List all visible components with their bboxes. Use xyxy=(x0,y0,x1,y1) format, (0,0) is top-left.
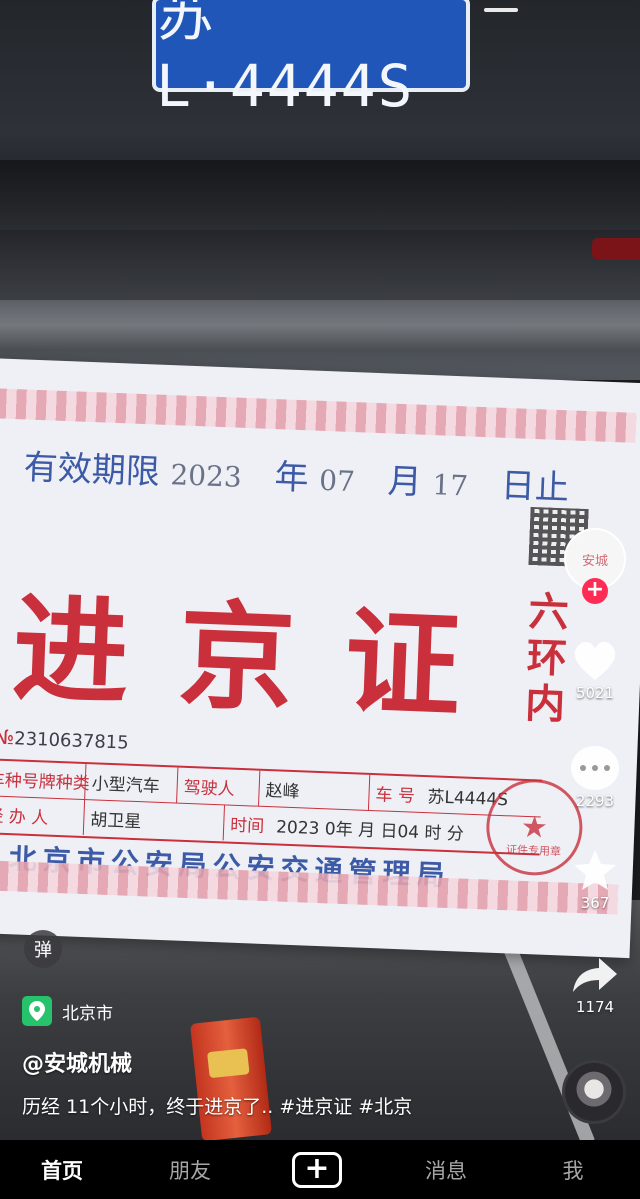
validity-label: 有效期限 xyxy=(23,447,161,493)
create-plus-icon: + xyxy=(292,1151,342,1188)
tab-create[interactable]: + xyxy=(290,1140,344,1199)
follow-button[interactable]: + xyxy=(582,578,608,604)
tab-home[interactable]: 首页 xyxy=(30,1140,94,1199)
comment-icon xyxy=(571,746,619,790)
serial-number: 2310637815 xyxy=(13,728,130,754)
author-name[interactable]: @安城机械 xyxy=(22,1046,132,1078)
time-label: 时间 xyxy=(229,815,265,837)
car-bumper-shadow xyxy=(0,160,640,230)
driver-value: 赵峰 xyxy=(259,770,371,810)
location-tag[interactable]: 北京市 xyxy=(22,994,113,1028)
permit-validity: 有效期限 2023 年 07 月 17 日止 xyxy=(23,439,570,509)
handler-label: 经 办 人 xyxy=(0,796,86,836)
location-pin-icon xyxy=(22,996,52,1026)
location-label: 北京市 xyxy=(62,1003,113,1024)
danmu-toggle[interactable]: 弹 xyxy=(24,930,62,968)
validity-year-unit: 年 xyxy=(273,457,310,499)
status-indicator xyxy=(484,8,518,12)
beijing-entry-permit: 有效期限 2023 年 07 月 17 日止 进京证 六环内 №23106378… xyxy=(0,358,640,959)
license-plate: 苏L·4444S xyxy=(152,0,470,120)
creator-avatar-text: 安城 xyxy=(581,553,608,569)
favorite-count: 367 xyxy=(580,894,610,912)
video-frame[interactable]: 苏L·4444S 有效期限 2023 年 07 月 17 日止 进京证 六环内 … xyxy=(0,0,640,1140)
validity-month: 07 xyxy=(318,463,356,499)
validity-day-unit: 日止 xyxy=(500,465,570,509)
car-tail-light xyxy=(592,238,640,260)
star-icon xyxy=(574,850,616,890)
validity-month-unit: 月 xyxy=(386,461,423,503)
validity-year: 2023 xyxy=(169,458,243,494)
car-bumper-edge xyxy=(0,300,640,350)
permit-title: 进京证 xyxy=(10,581,514,737)
validity-day: 17 xyxy=(431,468,469,503)
driver-label: 驾驶人 xyxy=(177,767,261,806)
comment-button[interactable]: 2293 xyxy=(560,746,630,810)
handler-value: 胡卫星 xyxy=(83,800,225,841)
share-count: 1174 xyxy=(575,998,615,1016)
serial-prefix: № xyxy=(0,724,15,750)
comment-count: 2293 xyxy=(575,792,615,810)
tab-messages[interactable]: 消息 xyxy=(414,1140,478,1199)
vehicle-type-label: 车种号牌种类 xyxy=(0,760,90,800)
share-arrow-icon xyxy=(573,958,617,992)
tab-me[interactable]: 我 xyxy=(546,1140,600,1199)
bottom-tab-bar: 首页 朋友 + 消息 我 xyxy=(0,1140,640,1199)
tab-friends[interactable]: 朋友 xyxy=(158,1140,222,1199)
share-button[interactable]: 1174 xyxy=(560,956,630,1016)
permit-border-top xyxy=(0,388,637,443)
heart-icon xyxy=(574,641,616,680)
stamp-star-icon: ★ xyxy=(520,809,549,846)
permit-serial: №2310637815 xyxy=(0,724,129,753)
drink-can xyxy=(190,1016,272,1140)
music-disc[interactable] xyxy=(562,1060,626,1124)
plate-label: 车 号 xyxy=(375,785,416,807)
like-count: 5021 xyxy=(575,684,615,702)
like-button[interactable]: 5021 xyxy=(560,638,630,702)
video-caption[interactable]: 历经 11个小时，终于进京了.. #进京证 #北京 xyxy=(22,1092,412,1119)
vehicle-type-value: 小型汽车 xyxy=(85,764,179,803)
favorite-button[interactable]: 367 xyxy=(560,848,630,912)
stamp-label: 证件专用章 xyxy=(505,843,562,859)
